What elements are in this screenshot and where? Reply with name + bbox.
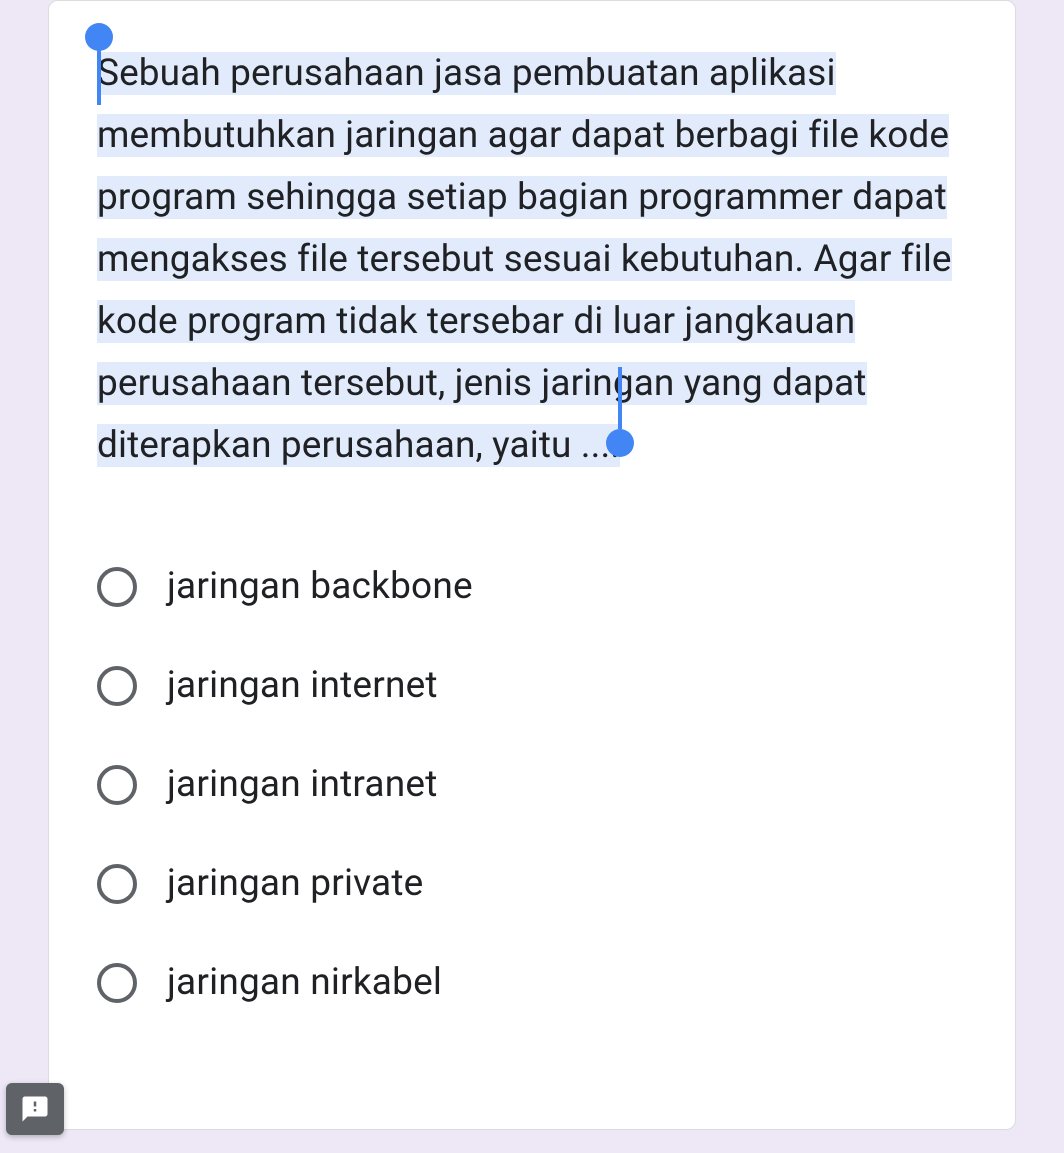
option-label: jaringan internet	[167, 664, 438, 707]
option-1[interactable]: jaringan backbone	[97, 537, 967, 636]
option-label: jaringan backbone	[167, 565, 473, 608]
option-5[interactable]: jaringan nirkabel	[97, 933, 967, 1032]
radio-icon	[97, 864, 137, 904]
option-3[interactable]: jaringan intranet	[97, 735, 967, 834]
radio-icon	[97, 963, 137, 1003]
feedback-icon	[20, 1094, 50, 1124]
question-card: Sebuah perusahaan jasa pembuatan aplikas…	[48, 0, 1016, 1130]
options-list: jaringan backbone jaringan internet jari…	[97, 537, 967, 1032]
option-2[interactable]: jaringan internet	[97, 636, 967, 735]
question-text[interactable]: Sebuah perusahaan jasa pembuatan aplikas…	[97, 43, 967, 477]
feedback-button[interactable]	[6, 1083, 64, 1135]
radio-icon	[97, 666, 137, 706]
option-label: jaringan private	[167, 862, 423, 905]
radio-icon	[97, 765, 137, 805]
selected-text: Sebuah perusahaan jasa pembuatan aplikas…	[97, 52, 952, 467]
option-label: jaringan intranet	[167, 763, 438, 806]
question-container: Sebuah perusahaan jasa pembuatan aplikas…	[97, 1, 967, 477]
radio-icon	[97, 567, 137, 607]
option-4[interactable]: jaringan private	[97, 834, 967, 933]
option-label: jaringan nirkabel	[167, 961, 442, 1004]
